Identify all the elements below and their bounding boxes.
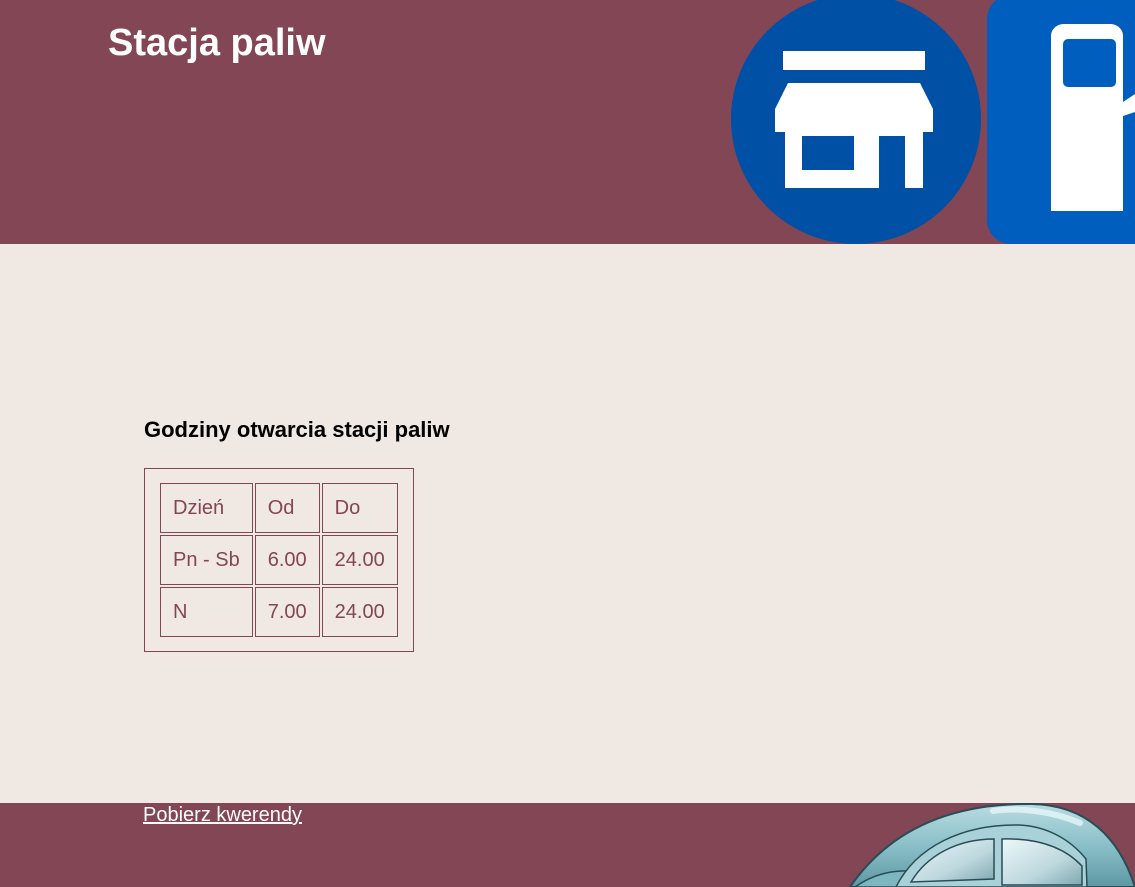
download-queries-link[interactable]: Pobierz kwerendy bbox=[143, 803, 302, 827]
table-cell: Dzień bbox=[160, 483, 253, 533]
table-cell: 7.00 bbox=[254, 587, 320, 637]
site-title: Stacja paliw bbox=[108, 22, 326, 64]
header: Stacja paliw bbox=[0, 0, 1135, 244]
table-cell: 24.00 bbox=[321, 587, 398, 637]
main-content: Godziny otwarcia stacji paliw Dzień Od D… bbox=[0, 244, 1135, 803]
table-cell: 24.00 bbox=[321, 535, 398, 585]
page: Stacja paliw Godziny otwarcia stacji pal… bbox=[0, 0, 1135, 887]
table-row: Pn - Sb 6.00 24.00 bbox=[160, 535, 398, 585]
table-cell: Od bbox=[254, 483, 320, 533]
table-cell: 6.00 bbox=[254, 535, 320, 585]
car-image bbox=[848, 803, 1135, 887]
section-heading: Godziny otwarcia stacji paliw bbox=[144, 417, 450, 442]
store-icon bbox=[731, 0, 981, 244]
table-cell: N bbox=[160, 587, 253, 637]
opening-hours-table: Dzień Od Do Pn - Sb 6.00 24.00 N 7.00 24… bbox=[144, 468, 414, 652]
footer: Pobierz kwerendy bbox=[0, 803, 1135, 887]
table-row: Dzień Od Do bbox=[160, 483, 398, 533]
table-cell: Do bbox=[321, 483, 398, 533]
header-icons bbox=[731, 0, 1135, 244]
table-cell: Pn - Sb bbox=[160, 535, 253, 585]
fuel-pump-icon bbox=[987, 0, 1135, 244]
table-row: N 7.00 24.00 bbox=[160, 587, 398, 637]
